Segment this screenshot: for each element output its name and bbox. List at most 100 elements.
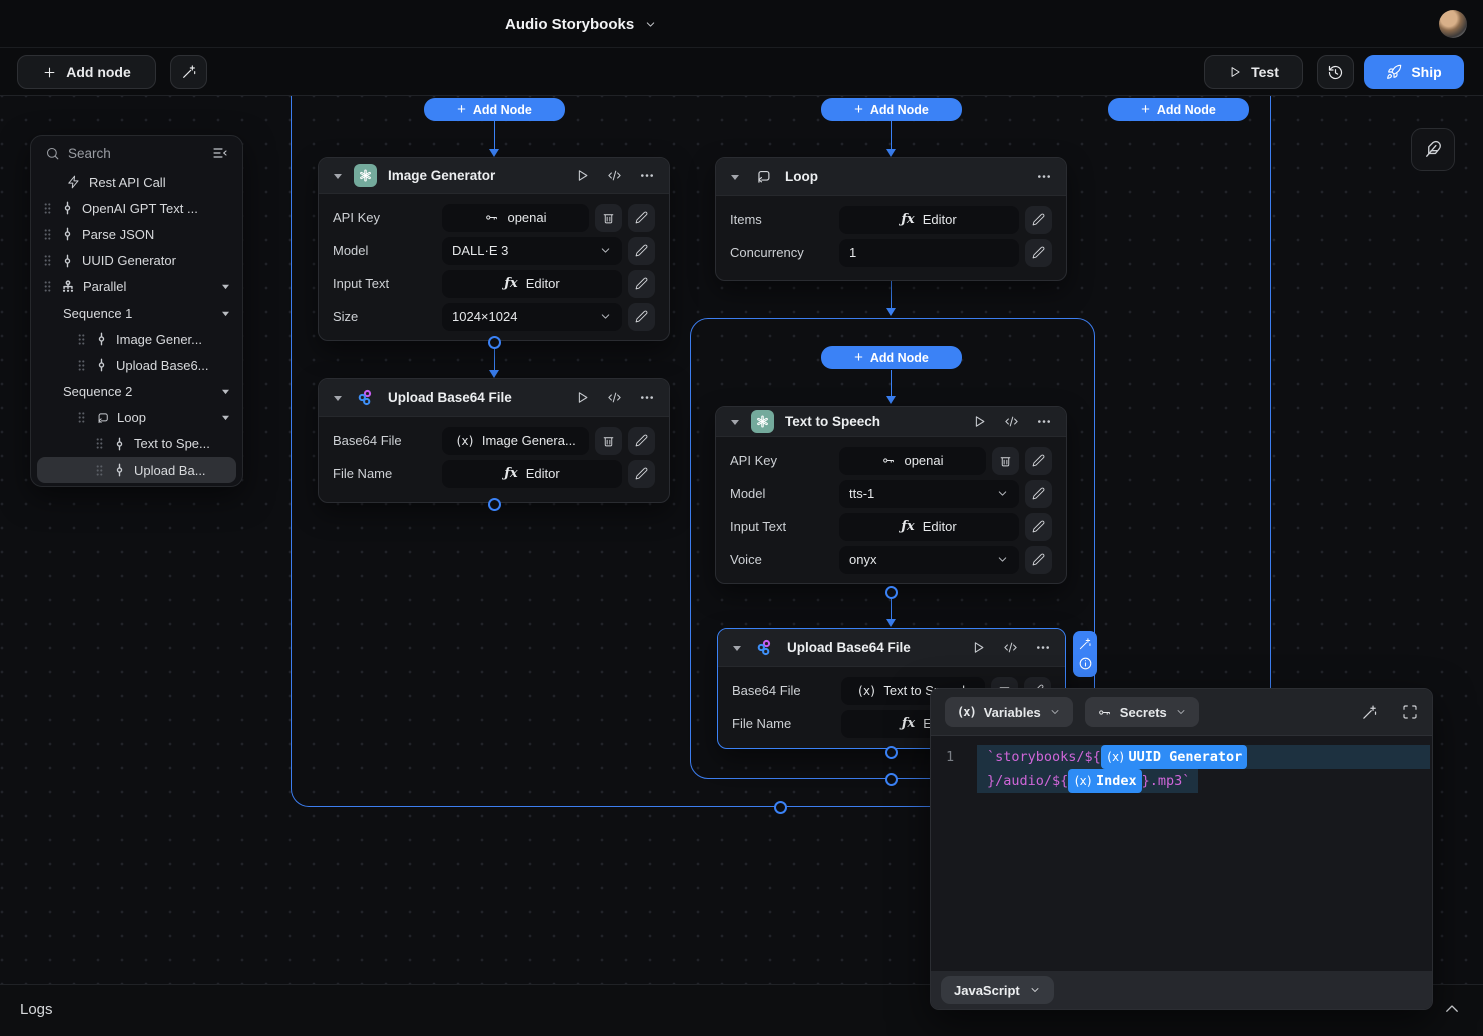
add-node-button-branch3[interactable]: + Add Node bbox=[1108, 98, 1249, 121]
run-node-icon[interactable] bbox=[972, 414, 987, 429]
edit-value-button[interactable] bbox=[628, 303, 655, 331]
code-view-icon[interactable] bbox=[1002, 640, 1019, 655]
edit-value-button[interactable] bbox=[628, 460, 655, 488]
editor-value[interactable]: ƒx Editor bbox=[442, 270, 622, 298]
sidebar-item-image-generator[interactable]: Image Gener... bbox=[37, 326, 236, 352]
annotate-button[interactable] bbox=[1411, 128, 1455, 171]
collapse-caret-icon[interactable] bbox=[333, 172, 343, 180]
drag-handle-icon[interactable] bbox=[77, 333, 87, 346]
chevron-down-icon[interactable] bbox=[221, 283, 230, 290]
drag-handle-icon[interactable] bbox=[43, 228, 53, 241]
collapse-caret-icon[interactable] bbox=[730, 173, 740, 181]
output-port[interactable] bbox=[488, 498, 501, 511]
collapse-panel-icon[interactable] bbox=[212, 145, 228, 161]
node-menu-icon[interactable] bbox=[639, 390, 655, 405]
edit-value-button[interactable] bbox=[1025, 513, 1052, 541]
code-view-icon[interactable] bbox=[606, 168, 623, 183]
concurrency-value[interactable]: 1 bbox=[839, 239, 1019, 267]
sidebar-item-sequence-2[interactable]: Sequence 2 bbox=[37, 379, 236, 405]
drag-handle-icon[interactable] bbox=[95, 437, 105, 450]
variable-pill-uuid-generator[interactable]: (x)UUID Generator bbox=[1101, 745, 1247, 769]
drag-handle-icon[interactable] bbox=[43, 254, 53, 267]
add-node-button-branch2[interactable]: + Add Node bbox=[821, 98, 962, 121]
sidebar-item-upload-base64-2[interactable]: Upload Ba... bbox=[37, 457, 236, 483]
variable-value[interactable]: (x) Image Genera... bbox=[442, 427, 589, 455]
node-menu-icon[interactable] bbox=[1036, 414, 1052, 429]
merge-port[interactable] bbox=[774, 801, 787, 814]
run-node-icon[interactable] bbox=[971, 640, 986, 655]
output-port[interactable] bbox=[488, 336, 501, 349]
ai-wand-icon[interactable] bbox=[1361, 704, 1378, 721]
edit-value-button[interactable] bbox=[628, 270, 655, 298]
delete-value-button[interactable] bbox=[992, 447, 1019, 475]
edit-value-button[interactable] bbox=[1025, 447, 1052, 475]
output-port[interactable] bbox=[885, 746, 898, 759]
node-image-generator[interactable]: Image Generator API Key openai Model DAL… bbox=[318, 157, 670, 341]
sidebar-item-uuid-generator[interactable]: UUID Generator bbox=[37, 248, 236, 274]
avatar[interactable] bbox=[1439, 10, 1467, 38]
expand-logs-button[interactable] bbox=[1443, 1000, 1461, 1018]
language-dropdown[interactable]: JavaScript bbox=[941, 976, 1054, 1004]
collapse-caret-icon[interactable] bbox=[732, 644, 742, 652]
drag-handle-icon[interactable] bbox=[43, 202, 53, 215]
project-switcher[interactable]: Audio Storybooks bbox=[505, 0, 657, 48]
test-button[interactable]: Test bbox=[1204, 55, 1303, 89]
chevron-down-icon[interactable] bbox=[221, 388, 230, 395]
editor-value[interactable]: ƒx Editor bbox=[442, 460, 622, 488]
sidebar-item-text-to-speech[interactable]: Text to Spe... bbox=[37, 431, 236, 457]
code-content[interactable]: `storybooks/${(x)UUID Generator }/audio/… bbox=[977, 745, 1432, 971]
variable-pill-index[interactable]: (x)Index bbox=[1068, 769, 1141, 793]
code-area[interactable]: 1 `storybooks/${(x)UUID Generator }/audi… bbox=[931, 736, 1432, 971]
run-node-icon[interactable] bbox=[575, 168, 590, 183]
add-node-button-loop-body[interactable]: + Add Node bbox=[821, 346, 962, 369]
sidebar-item-parse-json[interactable]: Parse JSON bbox=[37, 221, 236, 247]
collapse-caret-icon[interactable] bbox=[730, 418, 740, 426]
code-view-icon[interactable] bbox=[606, 390, 623, 405]
api-key-value[interactable]: openai bbox=[442, 204, 589, 232]
delete-value-button[interactable] bbox=[595, 204, 622, 232]
chevron-down-icon[interactable] bbox=[221, 414, 230, 421]
edit-value-button[interactable] bbox=[628, 204, 655, 232]
ai-wand-icon[interactable] bbox=[1078, 637, 1092, 651]
sidebar-item-openai-gpt-text[interactable]: OpenAI GPT Text ... bbox=[37, 195, 236, 221]
node-menu-icon[interactable] bbox=[639, 168, 655, 183]
node-text-to-speech[interactable]: Text to Speech API Key openai Model tts-… bbox=[715, 406, 1067, 584]
node-loop[interactable]: Loop Items ƒx Editor Concurrency 1 bbox=[715, 157, 1067, 281]
chevron-down-icon[interactable] bbox=[221, 310, 230, 317]
drag-handle-icon[interactable] bbox=[43, 280, 53, 293]
run-node-icon[interactable] bbox=[575, 390, 590, 405]
edit-value-button[interactable] bbox=[628, 427, 655, 455]
fullscreen-icon[interactable] bbox=[1402, 704, 1418, 720]
search-input[interactable] bbox=[68, 146, 204, 161]
editor-value[interactable]: ƒx Editor bbox=[839, 513, 1019, 541]
node-upload-base64-file-1[interactable]: Upload Base64 File Base64 File (x) Image… bbox=[318, 378, 670, 503]
node-menu-icon[interactable] bbox=[1035, 640, 1051, 655]
drag-handle-icon[interactable] bbox=[95, 464, 105, 477]
ship-button[interactable]: Ship bbox=[1364, 55, 1464, 89]
sidebar-item-loop[interactable]: Loop bbox=[37, 405, 236, 431]
voice-select[interactable]: onyx bbox=[839, 546, 1019, 574]
sidebar-item-parallel[interactable]: Parallel bbox=[37, 274, 236, 300]
edit-value-button[interactable] bbox=[628, 237, 655, 265]
api-key-value[interactable]: openai bbox=[839, 447, 986, 475]
drag-handle-icon[interactable] bbox=[77, 411, 87, 424]
model-select[interactable]: tts-1 bbox=[839, 480, 1019, 508]
edit-value-button[interactable] bbox=[1025, 206, 1052, 234]
add-node-button[interactable]: Add node bbox=[17, 55, 156, 89]
collapse-caret-icon[interactable] bbox=[333, 394, 343, 402]
output-port[interactable] bbox=[885, 586, 898, 599]
variables-dropdown[interactable]: (x) Variables bbox=[945, 697, 1073, 727]
add-node-button-branch1[interactable]: + Add Node bbox=[424, 98, 565, 121]
sidebar-item-sequence-1[interactable]: Sequence 1 bbox=[37, 300, 236, 326]
node-menu-icon[interactable] bbox=[1036, 169, 1052, 184]
edit-value-button[interactable] bbox=[1025, 546, 1052, 574]
drag-handle-icon[interactable] bbox=[77, 359, 87, 372]
edit-value-button[interactable] bbox=[1025, 239, 1052, 267]
info-icon[interactable] bbox=[1078, 656, 1093, 671]
code-view-icon[interactable] bbox=[1003, 414, 1020, 429]
history-button[interactable] bbox=[1317, 55, 1354, 89]
secrets-dropdown[interactable]: Secrets bbox=[1085, 697, 1199, 727]
size-select[interactable]: 1024×1024 bbox=[442, 303, 622, 331]
delete-value-button[interactable] bbox=[595, 427, 622, 455]
model-select[interactable]: DALL·E 3 bbox=[442, 237, 622, 265]
